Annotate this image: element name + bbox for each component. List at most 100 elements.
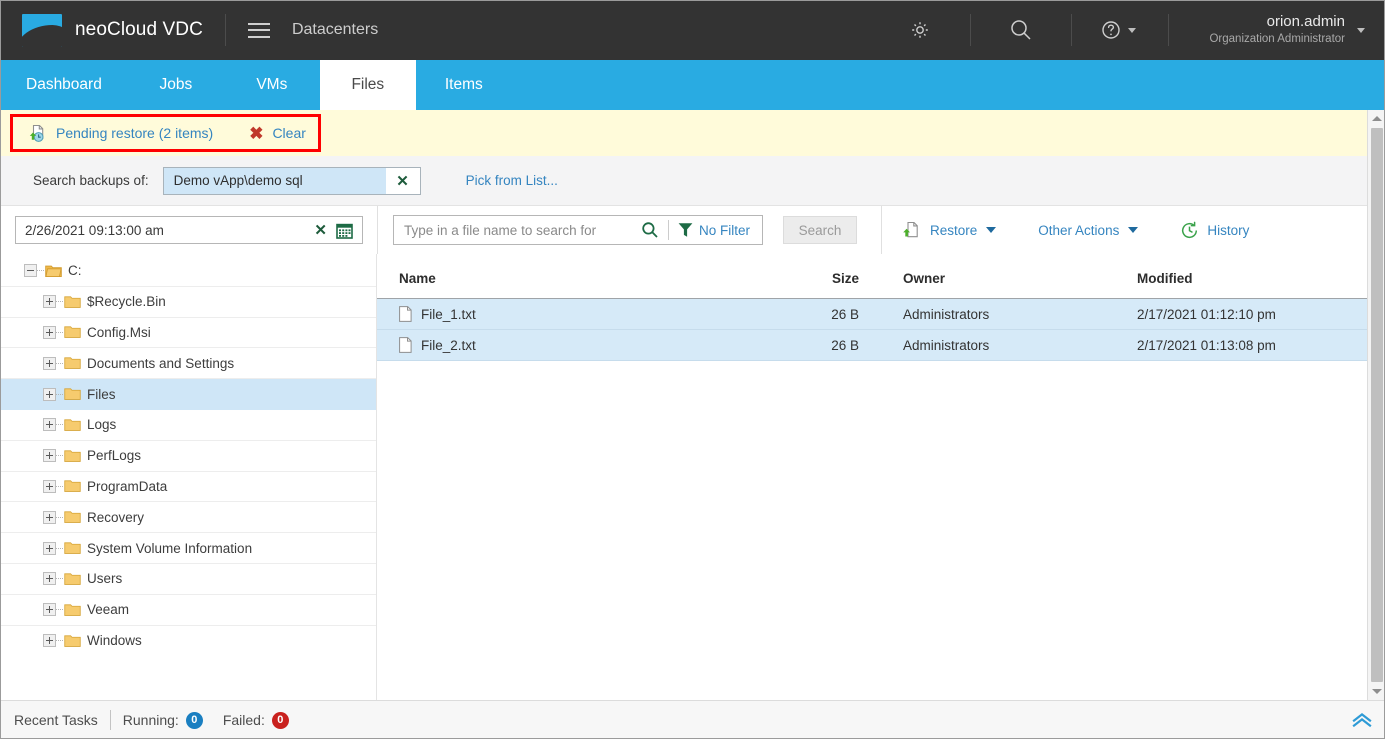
header-actions: orion.admin Organization Administrator — [892, 0, 1385, 60]
running-tasks-status[interactable]: Running: 0 — [123, 711, 203, 729]
brand-area[interactable]: neoCloud VDC — [0, 13, 203, 47]
expand-toggle-icon[interactable] — [43, 541, 56, 555]
search-icon[interactable] — [641, 221, 659, 239]
clear-pending-restore-button[interactable]: ✖ Clear — [249, 125, 306, 142]
pick-from-list-link[interactable]: Pick from List... — [466, 173, 558, 188]
tree-item-perflogs[interactable]: PerfLogs — [0, 441, 376, 472]
expand-toggle-icon[interactable] — [43, 572, 56, 586]
scroll-up-arrow-icon[interactable] — [1368, 110, 1385, 127]
tree-item-label: C: — [68, 263, 82, 279]
tree-item-system-volume-information[interactable]: System Volume Information — [0, 533, 376, 564]
backup-file-tree: C: $Recycle.Bin Config.Msi Documents and… — [0, 254, 377, 700]
column-header-modified[interactable]: Modified — [1089, 254, 1367, 299]
tree-connector — [56, 424, 63, 426]
tab-items[interactable]: Items — [416, 60, 512, 110]
clear-x-icon[interactable]: ✕ — [305, 221, 336, 239]
restore-point-date-input[interactable]: 2/26/2021 09:13:00 am ✕ — [15, 216, 363, 244]
tree-item-files[interactable]: Files — [0, 379, 376, 410]
table-row[interactable]: File_2.txt 26 B Administrators 2/17/2021… — [377, 329, 1367, 361]
tree-item-recycle-bin[interactable]: $Recycle.Bin — [0, 287, 376, 318]
search-button[interactable]: Search — [783, 216, 857, 244]
column-header-size[interactable]: Size — [797, 254, 859, 299]
expand-toggle-icon[interactable] — [43, 510, 56, 524]
restore-point-date-value: 2/26/2021 09:13:00 am — [25, 222, 164, 238]
chevron-down-icon — [1128, 227, 1139, 233]
tree-connector — [56, 578, 63, 580]
search-backups-input[interactable]: Demo vApp\demo sql ✕ — [162, 166, 421, 195]
table-header-row: Name Size Owner Modified — [377, 254, 1367, 299]
user-name: orion.admin — [1266, 13, 1345, 31]
expand-toggle-icon[interactable] — [43, 603, 56, 617]
toolbar-divider-1 — [377, 206, 378, 254]
file-name-search-box[interactable]: Type in a file name to search for No Fil… — [393, 215, 763, 245]
expand-toggle-icon[interactable] — [43, 449, 56, 463]
pending-restore-link[interactable]: Pending restore (2 items) — [56, 125, 213, 141]
expand-toggle-icon[interactable] — [43, 387, 56, 401]
tree-item-config-msi[interactable]: Config.Msi — [0, 318, 376, 349]
toolbar-divider-2 — [667, 220, 669, 240]
tree-item-label: Users — [87, 571, 123, 587]
files-toolbar: 2/26/2021 09:13:00 am ✕ Type in a file n… — [0, 206, 1367, 254]
expand-toggle-icon[interactable] — [43, 356, 56, 370]
context-title[interactable]: Datacenters — [292, 21, 378, 39]
table-row[interactable]: File_1.txt 26 B Administrators 2/17/2021… — [377, 298, 1367, 330]
tree-item-root[interactable]: C: — [0, 256, 376, 287]
collapse-toggle-icon[interactable] — [24, 264, 37, 278]
tree-item-label: Config.Msi — [87, 324, 151, 340]
tab-vms[interactable]: VMs — [224, 60, 320, 110]
user-menu[interactable]: orion.admin Organization Administrator — [1191, 13, 1365, 46]
search-icon[interactable] — [993, 0, 1049, 60]
recent-tasks-link[interactable]: Recent Tasks — [14, 712, 98, 728]
tree-connector — [56, 393, 63, 395]
tree-item-label: Documents and Settings — [87, 355, 235, 371]
tree-connector — [56, 609, 63, 611]
tab-files[interactable]: Files — [319, 60, 416, 110]
tree-item-programdata[interactable]: ProgramData — [0, 472, 376, 503]
help-menu[interactable] — [1094, 19, 1146, 41]
tree-connector — [56, 516, 63, 518]
gear-icon[interactable] — [892, 0, 948, 60]
page-vertical-scrollbar[interactable] — [1367, 110, 1385, 700]
failed-tasks-status[interactable]: Failed: 0 — [222, 711, 289, 729]
tree-item-recovery[interactable]: Recovery — [0, 502, 376, 534]
tree-item-users[interactable]: Users — [0, 564, 376, 595]
file-modified: 2/17/2021 01:12:10 pm — [1089, 298, 1367, 330]
file-list-panel: Name Size Owner Modified File_1.txt 26 B… — [377, 254, 1367, 700]
tree-item-label: ProgramData — [87, 478, 168, 494]
cloud-swoosh-logo — [22, 13, 62, 47]
expand-toggle-icon[interactable] — [43, 634, 56, 648]
folder-icon — [64, 635, 81, 647]
expand-toggle-icon[interactable] — [43, 295, 56, 309]
hamburger-menu-icon[interactable] — [247, 22, 270, 38]
restore-button[interactable]: Restore — [902, 221, 997, 240]
tree-item-windows[interactable]: Windows — [0, 626, 376, 657]
other-actions-button[interactable]: Other Actions — [1038, 223, 1139, 238]
header-divider-4 — [1168, 14, 1170, 46]
clear-x-icon[interactable]: ✕ — [385, 167, 420, 194]
expand-toggle-icon[interactable] — [43, 418, 56, 432]
column-header-name[interactable]: Name — [377, 254, 797, 299]
search-input[interactable]: Type in a file name to search for — [394, 223, 641, 238]
tab-dashboard[interactable]: Dashboard — [0, 60, 128, 110]
help-circle-icon — [1102, 21, 1121, 39]
failed-label: Failed: — [222, 712, 265, 728]
calendar-icon[interactable] — [336, 222, 362, 239]
pending-restore-bar: Pending restore (2 items) ✖ Clear — [0, 110, 1367, 156]
expand-toggle-icon[interactable] — [43, 479, 56, 493]
no-filter-label[interactable]: No Filter — [699, 223, 750, 238]
scrollbar-thumb[interactable] — [1370, 128, 1383, 682]
folder-icon — [64, 388, 81, 400]
funnel-filter-icon[interactable] — [678, 222, 693, 238]
tree-item-logs[interactable]: Logs — [0, 410, 376, 441]
tree-connector — [56, 485, 63, 487]
tab-jobs[interactable]: Jobs — [128, 60, 224, 110]
expand-toggle-icon[interactable] — [43, 325, 56, 339]
double-chevron-up-icon[interactable] — [1351, 712, 1373, 728]
search-backups-bar: Search backups of: Demo vApp\demo sql ✕ … — [0, 156, 1367, 206]
scroll-down-arrow-icon[interactable] — [1368, 683, 1385, 700]
history-button[interactable]: History — [1180, 221, 1249, 240]
column-header-owner[interactable]: Owner — [859, 254, 1089, 299]
tree-item-veeam[interactable]: Veeam — [0, 595, 376, 626]
header-divider-1 — [224, 14, 226, 46]
tree-item-documents-and-settings[interactable]: Documents and Settings — [0, 348, 376, 380]
